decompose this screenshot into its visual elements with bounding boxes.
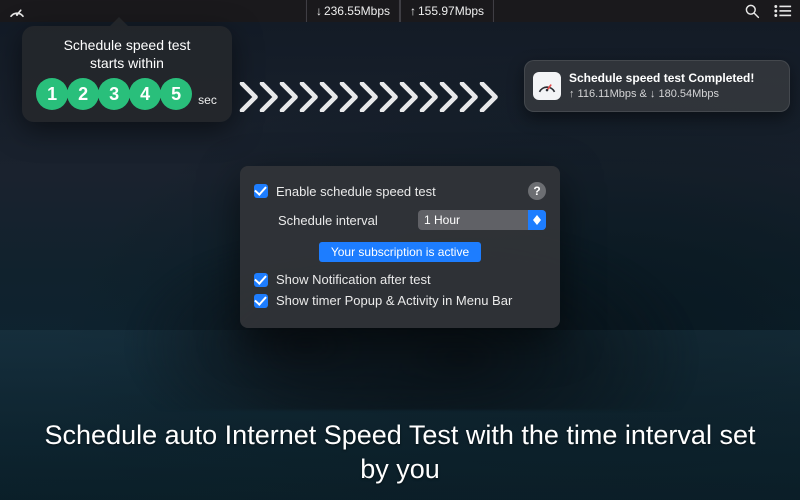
interval-row: Schedule interval 1 Hour bbox=[254, 210, 546, 230]
show-timer-checkbox[interactable] bbox=[254, 294, 268, 308]
notification-subtitle: ↑ 116.11Mbps & ↓ 180.54Mbps bbox=[569, 86, 754, 102]
show-notification-row: Show Notification after test bbox=[254, 272, 546, 287]
countdown-digit: 4 bbox=[129, 78, 161, 110]
show-notification-checkbox[interactable] bbox=[254, 273, 268, 287]
select-stepper-icon bbox=[528, 210, 546, 230]
upload-arrow-icon: ↑ bbox=[410, 4, 416, 18]
upload-speed-value: 155.97Mbps bbox=[418, 4, 484, 18]
notification-app-icon bbox=[533, 72, 561, 100]
popup-line-1: Schedule speed test bbox=[64, 37, 191, 53]
download-speed-indicator[interactable]: ↓ 236.55Mbps bbox=[306, 0, 400, 22]
countdown-popup: Schedule speed test starts within 1 2 3 … bbox=[22, 26, 232, 122]
subscription-status: Your subscription is active bbox=[319, 242, 481, 262]
notification-banner[interactable]: Schedule speed test Completed! ↑ 116.11M… bbox=[524, 60, 790, 112]
enable-schedule-label: Enable schedule speed test bbox=[276, 184, 436, 199]
countdown-digit: 3 bbox=[98, 78, 130, 110]
interval-select[interactable]: 1 Hour bbox=[418, 210, 546, 230]
chevron-flow bbox=[238, 82, 522, 112]
notification-title: Schedule speed test Completed! bbox=[569, 70, 754, 86]
upload-speed-indicator[interactable]: ↑ 155.97Mbps bbox=[400, 0, 494, 22]
chevron-right-icon bbox=[478, 82, 504, 112]
download-speed-value: 236.55Mbps bbox=[324, 4, 390, 18]
enable-schedule-row: Enable schedule speed test ? bbox=[254, 182, 546, 200]
seconds-label: sec bbox=[198, 93, 217, 110]
show-notification-label: Show Notification after test bbox=[276, 272, 431, 287]
enable-schedule-checkbox[interactable] bbox=[254, 184, 268, 198]
countdown-digit: 1 bbox=[36, 78, 68, 110]
speedometer-icon[interactable] bbox=[8, 4, 26, 18]
countdown-digit: 2 bbox=[67, 78, 99, 110]
marketing-caption: Schedule auto Internet Speed Test with t… bbox=[0, 418, 800, 486]
interval-label: Schedule interval bbox=[278, 213, 378, 228]
show-timer-row: Show timer Popup & Activity in Menu Bar bbox=[254, 293, 546, 308]
settings-panel: Enable schedule speed test ? Schedule in… bbox=[240, 166, 560, 328]
download-arrow-icon: ↓ bbox=[316, 4, 322, 18]
interval-value: 1 Hour bbox=[424, 213, 460, 227]
popup-line-2: starts within bbox=[90, 55, 164, 71]
countdown-digits: 1 2 3 4 5 sec bbox=[34, 78, 220, 110]
help-button[interactable]: ? bbox=[528, 182, 546, 200]
show-timer-label: Show timer Popup & Activity in Menu Bar bbox=[276, 293, 512, 308]
countdown-digit: 5 bbox=[160, 78, 192, 110]
list-icon[interactable] bbox=[774, 4, 792, 18]
search-icon[interactable] bbox=[744, 3, 760, 19]
